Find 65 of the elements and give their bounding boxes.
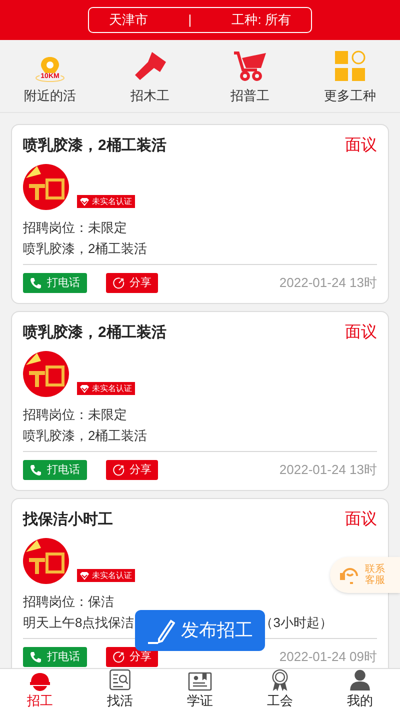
diamond-icon [80,198,89,206]
tab-item[interactable]: 我的 [320,669,400,711]
pay-label: 面议 [345,136,377,156]
trade-selector[interactable]: 工种: 所有 [232,10,291,30]
share-button[interactable]: 分享 [106,460,158,480]
grid-icon [334,50,366,82]
share-button[interactable]: 分享 [106,647,158,667]
job-title: 喷乳胶漆，2桶工装活 [23,322,166,343]
separator: | [188,11,192,30]
wheelbarrow-icon [233,50,267,82]
tab-item[interactable]: 招工 [0,669,80,711]
job-title: 找保洁小时工 [23,510,113,530]
category-label: 附近的活 [24,87,76,106]
call-button[interactable]: 打电话 [23,460,87,480]
logo-icon [23,351,69,397]
contact-label: 客服 [365,575,385,586]
post-time: 2022-01-24 09时 [279,648,377,666]
share-icon [112,464,124,476]
contact-label: 联系 [365,564,385,575]
diamond-icon [80,384,89,392]
share-button[interactable]: 分享 [106,273,158,293]
tab-item[interactable]: 找活 [80,669,160,711]
pay-label: 面议 [345,510,377,530]
call-button[interactable]: 打电话 [23,647,87,667]
verification-badge: 未实名认证 [77,195,135,208]
job-description: 明天上午8点找保洁 [23,614,134,632]
verification-badge: 未实名认证 [77,382,135,395]
logo-icon [23,164,69,210]
category-label: 更多工种 [324,87,376,106]
filter-bar[interactable]: 天津市 | 工种: 所有 [88,7,312,33]
document-search-icon [109,669,131,690]
phone-icon [30,277,42,289]
category-item[interactable]: 更多工种 [300,46,400,106]
call-button[interactable]: 打电话 [23,273,87,293]
phone-icon [30,464,42,476]
job-card[interactable]: 喷乳胶漆，2桶工装活 面议 未实名认证 招聘岗位：未限定 喷乳胶漆，2桶工装活 打电话 分享 2022-01-24 13时 [11,124,389,304]
diamond-icon [80,572,89,580]
pay-label: 面议 [345,322,377,343]
post-time: 2022-01-24 13时 [279,274,377,292]
tab-item[interactable]: 工会 [240,669,320,711]
verification-badge: 未实名认证 [77,569,135,582]
category-label: 招普工 [230,87,270,106]
logo-icon [23,538,69,584]
city-selector[interactable]: 天津市 [109,10,148,30]
job-position: 招聘岗位：未限定 [23,219,128,237]
post-time: 2022-01-24 13时 [279,461,377,480]
category-item[interactable]: 招木工 [100,46,200,106]
job-description: 喷乳胶漆，2桶工装活 [23,427,148,445]
phone-icon [30,651,42,663]
headset-icon [340,566,360,584]
category-item[interactable]: 招普工 [200,46,300,106]
pen-icon [147,616,175,644]
category-label: 招木工 [130,87,170,106]
tab-item[interactable]: 学证 [160,669,240,711]
person-icon [348,669,372,690]
job-description: 喷乳胶漆，2桶工装活 [23,240,148,258]
job-position: 招聘岗位：未限定 [23,406,128,424]
job-title: 喷乳胶漆，2桶工装活 [23,136,166,156]
helmet-icon [29,670,51,690]
share-icon [112,277,124,289]
share-icon [112,651,124,663]
job-card[interactable]: 喷乳胶漆，2桶工装活 面议 未实名认证 招聘岗位：未限定 喷乳胶漆，2桶工装活 打电话 分享 2022-01-24 13时 [11,311,389,491]
job-position: 招聘岗位：保洁 [23,593,115,611]
publish-job-button[interactable]: 发布招工 [135,610,265,651]
certificate-icon [188,670,212,690]
